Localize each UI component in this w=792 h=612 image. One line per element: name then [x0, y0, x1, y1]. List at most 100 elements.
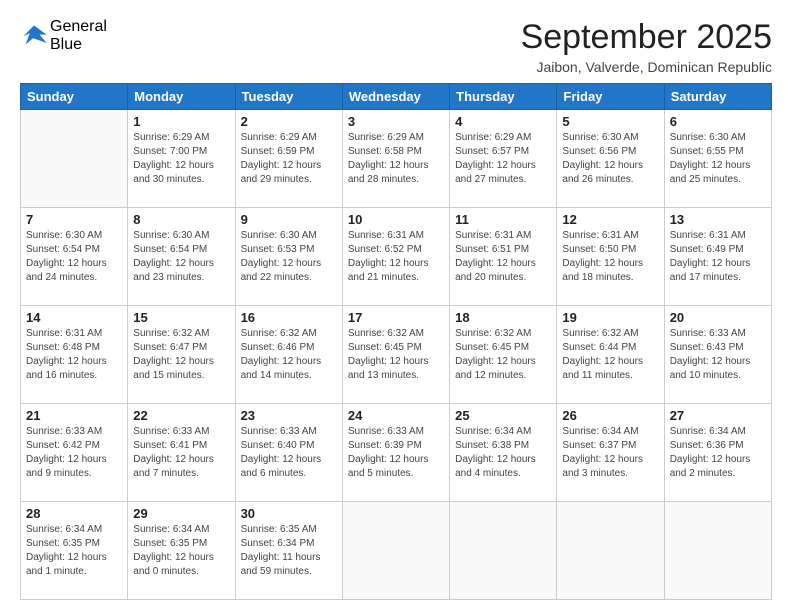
day-number: 19 — [562, 310, 658, 325]
table-cell: 7Sunrise: 6:30 AM Sunset: 6:54 PM Daylig… — [21, 208, 128, 306]
day-info: Sunrise: 6:29 AM Sunset: 7:00 PM Dayligh… — [133, 131, 229, 187]
location-subtitle: Jaibon, Valverde, Dominican Republic — [521, 59, 772, 75]
table-cell: 27 Sunrise: 6:34 AM Sunset: 6:36 PM Dayli… — [664, 404, 771, 502]
table-cell: 21Sunrise: 6:33 AM Sunset: 6:42 PM Dayli… — [21, 404, 128, 502]
day-info: Sunrise: 6:33 AM Sunset: 6:43 PM Dayligh… — [670, 327, 766, 383]
table-cell: 3 Sunrise: 6:29 AM Sunset: 6:58 PM Daylig… — [342, 110, 449, 208]
day-info: Sunrise: 6:34 AM Sunset: 6:35 PM Dayligh… — [133, 523, 229, 579]
day-info: Sunrise: 6:32 AM Sunset: 6:44 PM Dayligh… — [562, 327, 658, 383]
table-cell — [21, 110, 128, 208]
day-number: 8 — [133, 212, 229, 227]
table-cell: 19 Sunrise: 6:32 AM Sunset: 6:44 PM Dayli… — [557, 306, 664, 404]
table-cell: 12 Sunrise: 6:31 AM Sunset: 6:50 PM Dayli… — [557, 208, 664, 306]
day-number: 1 — [133, 114, 229, 129]
day-info: Sunrise: 6:31 AM Sunset: 6:51 PM Dayligh… — [455, 229, 551, 285]
table-cell: 18 Sunrise: 6:32 AM Sunset: 6:45 PM Dayli… — [450, 306, 557, 404]
col-saturday: Saturday — [664, 84, 771, 110]
day-number: 2 — [241, 114, 337, 129]
logo-general: General — [50, 18, 107, 36]
col-friday: Friday — [557, 84, 664, 110]
day-number: 18 — [455, 310, 551, 325]
day-number: 26 — [562, 408, 658, 423]
day-number: 22 — [133, 408, 229, 423]
col-wednesday: Wednesday — [342, 84, 449, 110]
table-cell: 14Sunrise: 6:31 AM Sunset: 6:48 PM Dayli… — [21, 306, 128, 404]
table-cell: 9Sunrise: 6:30 AM Sunset: 6:53 PM Daylig… — [235, 208, 342, 306]
table-cell: 25 Sunrise: 6:34 AM Sunset: 6:38 PM Dayli… — [450, 404, 557, 502]
day-info: Sunrise: 6:32 AM Sunset: 6:47 PM Dayligh… — [133, 327, 229, 383]
day-number: 23 — [241, 408, 337, 423]
day-info: Sunrise: 6:32 AM Sunset: 6:45 PM Dayligh… — [455, 327, 551, 383]
table-cell — [664, 502, 771, 600]
day-info: Sunrise: 6:34 AM Sunset: 6:36 PM Dayligh… — [670, 425, 766, 481]
table-cell — [342, 502, 449, 600]
calendar-header-row: Sunday Monday Tuesday Wednesday Thursday… — [21, 84, 772, 110]
day-number: 10 — [348, 212, 444, 227]
day-info: Sunrise: 6:35 AM Sunset: 6:34 PM Dayligh… — [241, 523, 337, 579]
table-cell: 10 Sunrise: 6:31 AM Sunset: 6:52 PM Dayli… — [342, 208, 449, 306]
day-number: 17 — [348, 310, 444, 325]
table-cell: 20 Sunrise: 6:33 AM Sunset: 6:43 PM Dayli… — [664, 306, 771, 404]
table-cell: 23 Sunrise: 6:33 AM Sunset: 6:40 PM Dayli… — [235, 404, 342, 502]
week-row-2: 7Sunrise: 6:30 AM Sunset: 6:54 PM Daylig… — [21, 208, 772, 306]
logo: General Blue — [20, 18, 107, 54]
day-number: 27 — [670, 408, 766, 423]
day-number: 5 — [562, 114, 658, 129]
day-number: 3 — [348, 114, 444, 129]
table-cell: 11 Sunrise: 6:31 AM Sunset: 6:51 PM Dayli… — [450, 208, 557, 306]
day-info: Sunrise: 6:33 AM Sunset: 6:41 PM Dayligh… — [133, 425, 229, 481]
table-cell — [557, 502, 664, 600]
day-number: 13 — [670, 212, 766, 227]
day-number: 9 — [241, 212, 337, 227]
day-info: Sunrise: 6:33 AM Sunset: 6:40 PM Dayligh… — [241, 425, 337, 481]
day-info: Sunrise: 6:29 AM Sunset: 6:58 PM Dayligh… — [348, 131, 444, 187]
header: General Blue September 2025 Jaibon, Valv… — [20, 18, 772, 75]
day-info: Sunrise: 6:30 AM Sunset: 6:54 PM Dayligh… — [133, 229, 229, 285]
day-number: 4 — [455, 114, 551, 129]
table-cell: 22 Sunrise: 6:33 AM Sunset: 6:41 PM Dayli… — [128, 404, 235, 502]
week-row-4: 21Sunrise: 6:33 AM Sunset: 6:42 PM Dayli… — [21, 404, 772, 502]
day-info: Sunrise: 6:29 AM Sunset: 6:59 PM Dayligh… — [241, 131, 337, 187]
day-number: 15 — [133, 310, 229, 325]
table-cell: 8 Sunrise: 6:30 AM Sunset: 6:54 PM Daylig… — [128, 208, 235, 306]
table-cell: 5 Sunrise: 6:30 AM Sunset: 6:56 PM Daylig… — [557, 110, 664, 208]
day-info: Sunrise: 6:31 AM Sunset: 6:52 PM Dayligh… — [348, 229, 444, 285]
day-number: 25 — [455, 408, 551, 423]
table-cell — [450, 502, 557, 600]
logo-blue: Blue — [50, 36, 107, 54]
day-info: Sunrise: 6:30 AM Sunset: 6:56 PM Dayligh… — [562, 131, 658, 187]
table-cell: 26 Sunrise: 6:34 AM Sunset: 6:37 PM Dayli… — [557, 404, 664, 502]
day-number: 16 — [241, 310, 337, 325]
day-number: 28 — [26, 506, 122, 521]
day-info: Sunrise: 6:33 AM Sunset: 6:39 PM Dayligh… — [348, 425, 444, 481]
table-cell: 13 Sunrise: 6:31 AM Sunset: 6:49 PM Dayli… — [664, 208, 771, 306]
day-info: Sunrise: 6:30 AM Sunset: 6:55 PM Dayligh… — [670, 131, 766, 187]
table-cell: 4 Sunrise: 6:29 AM Sunset: 6:57 PM Daylig… — [450, 110, 557, 208]
col-monday: Monday — [128, 84, 235, 110]
table-cell: 28Sunrise: 6:34 AM Sunset: 6:35 PM Dayli… — [21, 502, 128, 600]
day-number: 14 — [26, 310, 122, 325]
table-cell: 15 Sunrise: 6:32 AM Sunset: 6:47 PM Dayli… — [128, 306, 235, 404]
day-info: Sunrise: 6:34 AM Sunset: 6:37 PM Dayligh… — [562, 425, 658, 481]
day-number: 29 — [133, 506, 229, 521]
logo-text: General Blue — [50, 18, 107, 54]
table-cell: 2 Sunrise: 6:29 AM Sunset: 6:59 PM Daylig… — [235, 110, 342, 208]
day-number: 20 — [670, 310, 766, 325]
day-info: Sunrise: 6:31 AM Sunset: 6:50 PM Dayligh… — [562, 229, 658, 285]
table-cell: 1 Sunrise: 6:29 AM Sunset: 7:00 PM Daylig… — [128, 110, 235, 208]
day-info: Sunrise: 6:29 AM Sunset: 6:57 PM Dayligh… — [455, 131, 551, 187]
day-info: Sunrise: 6:32 AM Sunset: 6:46 PM Dayligh… — [241, 327, 337, 383]
day-info: Sunrise: 6:31 AM Sunset: 6:49 PM Dayligh… — [670, 229, 766, 285]
col-sunday: Sunday — [21, 84, 128, 110]
day-number: 11 — [455, 212, 551, 227]
col-tuesday: Tuesday — [235, 84, 342, 110]
col-thursday: Thursday — [450, 84, 557, 110]
day-number: 24 — [348, 408, 444, 423]
day-number: 6 — [670, 114, 766, 129]
week-row-5: 28 Sunrise: 6:34 AM Sunset: 6:35 PM Dayli… — [21, 502, 772, 600]
day-info: Sunrise: 6:34 AM Sunset: 6:38 PM Dayligh… — [455, 425, 551, 481]
calendar-table: Sunday Monday Tuesday Wednesday Thursday… — [20, 83, 772, 600]
day-number: 12 — [562, 212, 658, 227]
table-cell: 30Sunrise: 6:35 AM Sunset: 6:34 PM Dayli… — [235, 502, 342, 600]
page: General Blue September 2025 Jaibon, Valv… — [0, 0, 792, 612]
